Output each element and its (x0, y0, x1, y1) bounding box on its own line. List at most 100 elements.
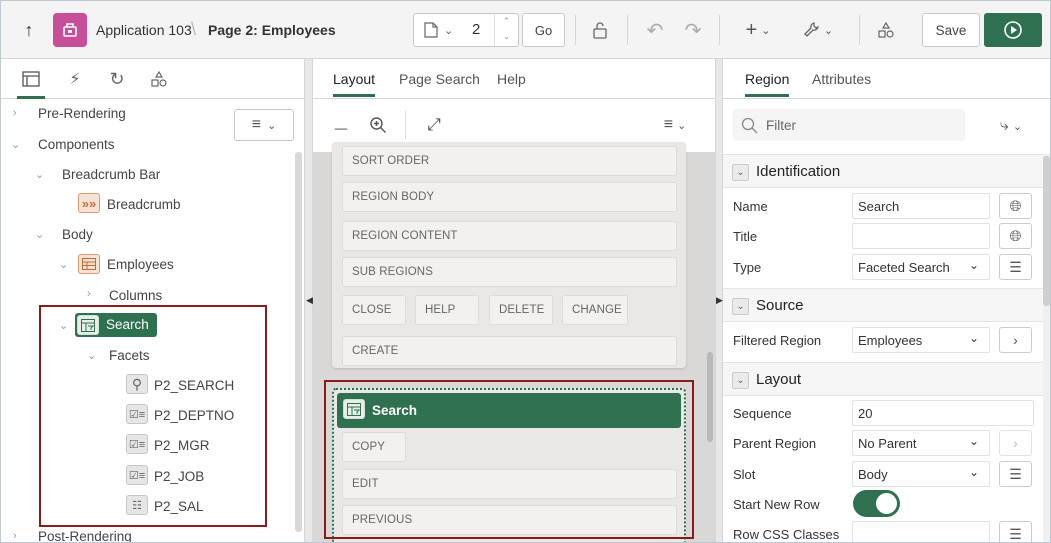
filter-input[interactable]: Filter (733, 109, 965, 141)
save-button[interactable]: Save (922, 13, 980, 47)
splitter[interactable]: ◀ (304, 59, 313, 542)
go-to-group-icon[interactable]: ⤷ ⌄ (991, 115, 1031, 137)
chevron-down-icon[interactable]: ⌄ (11, 138, 20, 151)
list-button[interactable]: ☰ (999, 461, 1032, 487)
splitter[interactable]: ▶ (715, 59, 723, 542)
parent-region-select[interactable]: No Parent ⌄ (852, 430, 990, 456)
type-select[interactable]: Faceted Search ⌄ (852, 254, 990, 280)
page-selector[interactable]: ⌄ 2 ⌃ ⌄ (413, 13, 519, 47)
add-icon[interactable]: + ⌄ (739, 17, 777, 43)
translate-button[interactable]: 🌐︎ (999, 223, 1032, 249)
lightning-icon[interactable]: ⚡︎ (63, 67, 87, 91)
group-title: Layout (756, 371, 802, 388)
position-region-body[interactable]: REGION BODY (342, 182, 677, 212)
list-button[interactable]: ☰ (999, 521, 1032, 542)
position-close[interactable]: CLOSE (342, 295, 406, 325)
tree-node-body[interactable]: Body (62, 221, 93, 247)
undo-icon[interactable]: ↶ (641, 17, 669, 43)
scrollbar[interactable] (1043, 154, 1050, 542)
breadcrumb-icon: »» (78, 193, 100, 213)
scrollbar[interactable] (707, 352, 713, 442)
filter-placeholder: Filter (766, 118, 796, 133)
tree-node-breadcrumb[interactable]: Breadcrumb (107, 191, 181, 217)
breadcrumb-app[interactable]: Application 103 (96, 22, 192, 38)
slot-label: Slot (733, 467, 756, 482)
tab-help[interactable]: Help (497, 71, 526, 87)
menu-icon[interactable]: ≡ ⌄ (658, 113, 692, 137)
start-new-row-toggle[interactable] (853, 490, 900, 517)
title-label: Title (733, 229, 758, 244)
page-icon (424, 22, 438, 38)
page-title: Page 2: Employees (208, 22, 336, 38)
go-to-button[interactable]: › (999, 430, 1032, 456)
play-icon (1004, 21, 1022, 39)
position-region-content[interactable]: REGION CONTENT (342, 221, 677, 251)
parent-region-label: Parent Region (733, 436, 817, 451)
shared-components-icon[interactable] (873, 17, 899, 43)
position-help[interactable]: HELP (415, 295, 479, 325)
unlock-icon[interactable] (586, 17, 614, 43)
zoom-in-icon[interactable] (366, 113, 390, 137)
chevron-right-icon[interactable]: › (13, 530, 17, 542)
position-create[interactable]: CREATE (342, 336, 677, 366)
layout-panel: Layout Page Search Help ⚊ ⤢ ≡ ⌄ SORT ORDE… (313, 59, 715, 542)
tab-page-search[interactable]: Page Search (399, 71, 480, 87)
sequence-field[interactable]: 20 (852, 400, 1034, 426)
position-sort-order[interactable]: SORT ORDER (342, 146, 677, 176)
tree-menu-button[interactable]: ≡ ⌄ (234, 109, 294, 141)
scrollbar[interactable] (295, 152, 302, 532)
chevron-down-icon[interactable]: ⌄ (59, 258, 68, 271)
chevron-down-icon: ⌄ (968, 434, 979, 448)
processing-icon[interactable]: ↻ (105, 67, 129, 91)
tree-node-breadcrumb-bar[interactable]: Breadcrumb Bar (62, 161, 160, 187)
property-editor: Region Attributes Filter ⤷ ⌄ ⌄ Identifica… (723, 59, 1050, 542)
tree-node-pre-rendering[interactable]: Pre-Rendering (38, 100, 126, 126)
up-arrow-icon[interactable]: ↑ (17, 17, 41, 43)
go-button[interactable]: Go (522, 13, 565, 47)
run-button[interactable] (984, 13, 1042, 47)
layout-canvas: SORT ORDER REGION BODY REGION CONTENT SU… (313, 142, 715, 542)
tree-node-components[interactable]: Components (38, 131, 115, 157)
page-number-input[interactable]: 2 (472, 21, 480, 38)
row-css-classes-field[interactable] (852, 521, 990, 542)
translate-button[interactable]: 🌐︎ (999, 193, 1032, 219)
type-label: Type (733, 260, 762, 275)
position-change[interactable]: CHANGE (562, 295, 628, 325)
highlight-box (324, 380, 694, 539)
rendering-tab-icon[interactable] (19, 67, 43, 91)
chevron-right-icon[interactable]: › (13, 107, 17, 119)
chevron-down-icon[interactable]: ⌄ (35, 168, 44, 181)
redo-icon[interactable]: ↷ (679, 17, 707, 43)
filtered-region-select[interactable]: Employees ⌄ (852, 327, 990, 353)
chevron-right-icon[interactable]: › (87, 288, 91, 300)
tree-node-employees[interactable]: Employees (107, 251, 174, 277)
chevron-down-icon: ⌄ (732, 372, 749, 389)
toolbar: ↑ Application 103 \ Page 2: Employees ⌄ … (1, 1, 1050, 59)
slot-value: Body (858, 466, 888, 482)
list-button[interactable]: ☰ (999, 254, 1032, 280)
chevron-down-icon[interactable]: ⌄ (35, 228, 44, 241)
wrench-icon[interactable]: ⌄ (799, 17, 837, 43)
tab-layout[interactable]: Layout (333, 71, 376, 97)
chevron-down-icon: ⌄ (968, 331, 979, 345)
tab-region[interactable]: Region (745, 71, 790, 97)
chevron-down-icon: ⌄ (968, 465, 979, 479)
expand-icon[interactable]: ⤢ (422, 113, 446, 137)
position-delete[interactable]: DELETE (489, 295, 553, 325)
position-sub-regions[interactable]: SUB REGIONS (342, 257, 677, 287)
zoom-out-icon[interactable]: ⚊ (329, 113, 353, 137)
group-title: Identification (756, 163, 841, 180)
go-to-button[interactable]: › (999, 327, 1032, 353)
group-title: Source (756, 297, 804, 314)
tab-attributes[interactable]: Attributes (812, 71, 871, 87)
group-identification[interactable]: ⌄ Identification (723, 154, 1044, 188)
group-layout[interactable]: ⌄ Layout (723, 362, 1044, 396)
properties-list: ⌄ Identification Name Search 🌐︎ Title 🌐︎… (723, 154, 1050, 542)
shared-components-tab-icon[interactable] (147, 67, 171, 91)
slot-select[interactable]: Body ⌄ (852, 461, 990, 487)
page-stepper[interactable]: ⌃ ⌄ (494, 14, 518, 46)
title-field[interactable] (852, 223, 990, 249)
parent-region-value: No Parent (858, 435, 917, 451)
name-field[interactable]: Search (852, 193, 990, 219)
group-source[interactable]: ⌄ Source (723, 288, 1044, 322)
